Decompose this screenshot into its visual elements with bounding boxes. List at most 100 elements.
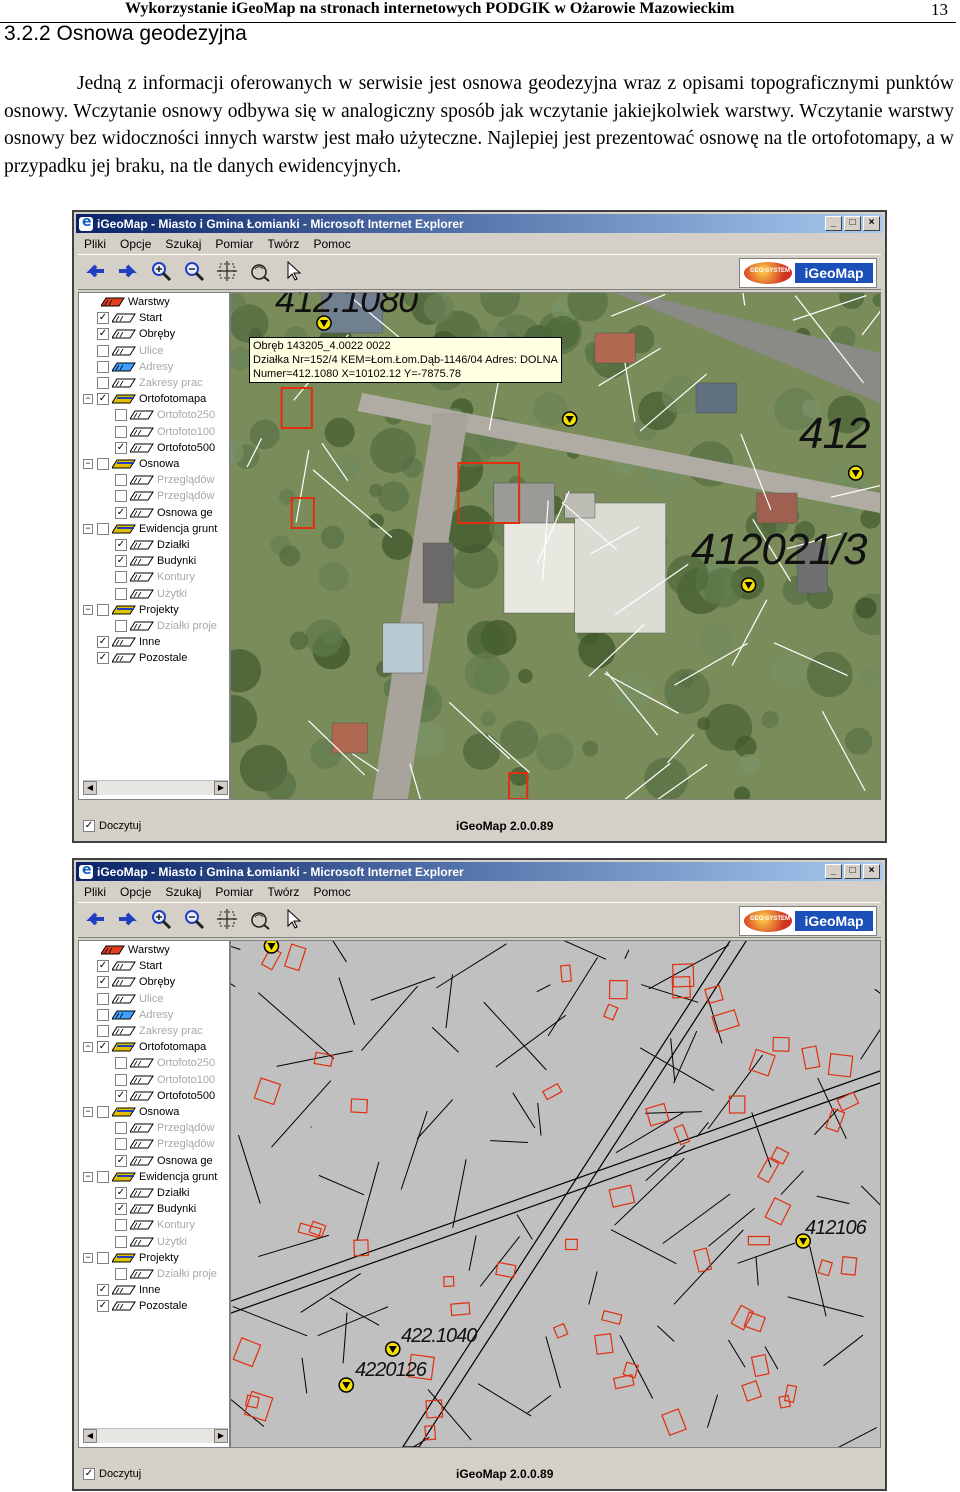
layer-checkbox[interactable]: [115, 1235, 127, 1248]
layer-item[interactable]: Działki proje: [115, 618, 217, 634]
menu-item[interactable]: Pliki: [78, 235, 114, 253]
layer-checkbox[interactable]: ✓: [97, 1300, 109, 1313]
layer-item[interactable]: Użytki: [115, 586, 187, 602]
zoom-extent-button[interactable]: [214, 906, 240, 932]
layer-item[interactable]: − Osnowa: [83, 456, 179, 472]
scroll-right-icon[interactable]: ▶: [214, 781, 228, 795]
horizontal-scrollbar[interactable]: ◀ ▶: [83, 780, 228, 795]
tree-expander[interactable]: −: [83, 604, 93, 615]
arrow-right-button[interactable]: [115, 258, 141, 284]
layer-checkbox[interactable]: [97, 1025, 109, 1037]
layer-checkbox[interactable]: [97, 992, 109, 1005]
menu-item[interactable]: Pliki: [78, 883, 114, 901]
layer-item[interactable]: Kontury: [115, 1217, 195, 1233]
layer-item[interactable]: ✓ Inne: [97, 634, 160, 650]
layer-item[interactable]: Zakresy prac: [97, 1023, 203, 1039]
info-button[interactable]: [247, 906, 273, 932]
layer-item[interactable]: ✓ Budynki: [115, 553, 196, 569]
layer-item[interactable]: ✓ Obręby: [97, 974, 175, 990]
layer-item[interactable]: − Ewidencja grunt: [83, 521, 217, 537]
close-button[interactable]: ×: [863, 216, 880, 231]
layer-item[interactable]: ✓ Budynki: [115, 1201, 196, 1217]
layer-item[interactable]: Ortofoto250: [115, 407, 215, 423]
layer-checkbox[interactable]: [97, 1008, 109, 1021]
layer-checkbox[interactable]: ✓: [97, 312, 109, 325]
layer-item[interactable]: ✓ Ortofoto500: [115, 1088, 215, 1104]
layer-item[interactable]: − ✓ Ortofotomapa: [83, 1039, 206, 1055]
minimize-button[interactable]: _: [825, 216, 842, 231]
layer-item[interactable]: ✓ Ortofoto500: [115, 440, 215, 456]
horizontal-scrollbar[interactable]: ◀ ▶: [83, 1428, 228, 1443]
layer-item[interactable]: ✓ Start: [97, 958, 162, 974]
layer-item[interactable]: Przeglądów: [115, 488, 214, 504]
doczytuj-checkbox[interactable]: ✓: [83, 820, 95, 832]
layer-checkbox[interactable]: [97, 377, 109, 389]
layer-item[interactable]: ✓ Osnowa ge: [115, 1153, 213, 1169]
menu-item[interactable]: Pomiar: [209, 235, 261, 253]
layer-item[interactable]: Przeglądów: [115, 472, 214, 488]
layer-checkbox[interactable]: [115, 1138, 127, 1151]
layer-item[interactable]: ✓ Pozostale: [97, 650, 187, 666]
window-titlebar[interactable]: iGeoMap - Miasto i Gmina Łomianki - Micr…: [76, 214, 883, 233]
layer-checkbox[interactable]: [115, 1122, 127, 1135]
layer-item[interactable]: − Projekty: [83, 1250, 179, 1266]
close-button[interactable]: ×: [863, 864, 880, 879]
pointer-button[interactable]: [280, 906, 306, 932]
scroll-left-icon[interactable]: ◀: [83, 1429, 97, 1443]
layer-checkbox[interactable]: [115, 409, 127, 422]
layer-checkbox[interactable]: [115, 425, 127, 438]
layer-checkbox[interactable]: [97, 344, 109, 357]
layer-checkbox[interactable]: [97, 522, 109, 535]
menu-item[interactable]: Opcje: [114, 235, 159, 253]
menu-item[interactable]: Opcje: [114, 883, 159, 901]
menu-item[interactable]: Pomoc: [307, 235, 358, 253]
layer-checkbox[interactable]: [115, 571, 127, 584]
arrow-right-button[interactable]: [115, 906, 141, 932]
minimize-button[interactable]: _: [825, 864, 842, 879]
layer-item[interactable]: Ortofoto250: [115, 1055, 215, 1071]
tree-expander[interactable]: −: [83, 394, 93, 405]
arrow-left-button[interactable]: [82, 906, 108, 932]
layer-checkbox[interactable]: ✓: [97, 636, 109, 649]
map-view-orthophoto[interactable]: Obręb 143205_4.0022 0022 Działka Nr=152/…: [230, 292, 881, 800]
layer-checkbox[interactable]: [115, 490, 127, 503]
layer-item[interactable]: Adresy: [97, 359, 173, 375]
layer-checkbox[interactable]: [115, 620, 127, 632]
tree-expander[interactable]: −: [83, 1171, 93, 1182]
menu-item[interactable]: Pomoc: [307, 883, 358, 901]
pointer-button[interactable]: [280, 258, 306, 284]
tree-expander[interactable]: −: [83, 1252, 93, 1263]
layer-item[interactable]: Warstwy: [83, 294, 170, 310]
layer-checkbox[interactable]: ✓: [97, 976, 109, 989]
layer-checkbox[interactable]: ✓: [115, 1089, 127, 1102]
tree-expander[interactable]: −: [83, 459, 93, 469]
layer-item[interactable]: − ✓ Ortofotomapa: [83, 391, 206, 407]
layer-checkbox[interactable]: [115, 1057, 127, 1070]
tree-expander[interactable]: −: [83, 1042, 93, 1053]
zoom-in-button[interactable]: [148, 906, 174, 932]
layer-checkbox[interactable]: [97, 1106, 109, 1118]
layer-checkbox[interactable]: ✓: [97, 960, 109, 973]
layer-item[interactable]: Ortofoto100: [115, 424, 215, 440]
layer-item[interactable]: Przeglądów: [115, 1136, 214, 1152]
layer-item[interactable]: Kontury: [115, 569, 195, 585]
menu-item[interactable]: Twórz: [261, 883, 307, 901]
layer-checkbox[interactable]: [115, 474, 127, 487]
layer-item[interactable]: Ulice: [97, 343, 163, 359]
layer-item[interactable]: Przeglądów: [115, 1120, 214, 1136]
layer-item[interactable]: Użytki: [115, 1234, 187, 1250]
layer-item[interactable]: − Projekty: [83, 602, 179, 618]
layer-item[interactable]: Warstwy: [83, 942, 170, 958]
layer-item[interactable]: ✓ Obręby: [97, 326, 175, 342]
layer-checkbox[interactable]: [115, 1219, 127, 1232]
layer-item[interactable]: ✓ Pozostale: [97, 1298, 187, 1314]
scroll-right-icon[interactable]: ▶: [214, 1429, 228, 1443]
zoom-extent-button[interactable]: [214, 258, 240, 284]
maximize-button[interactable]: □: [844, 216, 861, 231]
map-view-cadastral[interactable]: 412106 422.1040 4220126: [230, 940, 881, 1448]
layer-checkbox[interactable]: ✓: [115, 1187, 127, 1199]
zoom-out-button[interactable]: [181, 258, 207, 284]
zoom-out-button[interactable]: [181, 906, 207, 932]
layer-checkbox[interactable]: ✓: [115, 539, 127, 551]
layer-checkbox[interactable]: ✓: [97, 328, 109, 341]
